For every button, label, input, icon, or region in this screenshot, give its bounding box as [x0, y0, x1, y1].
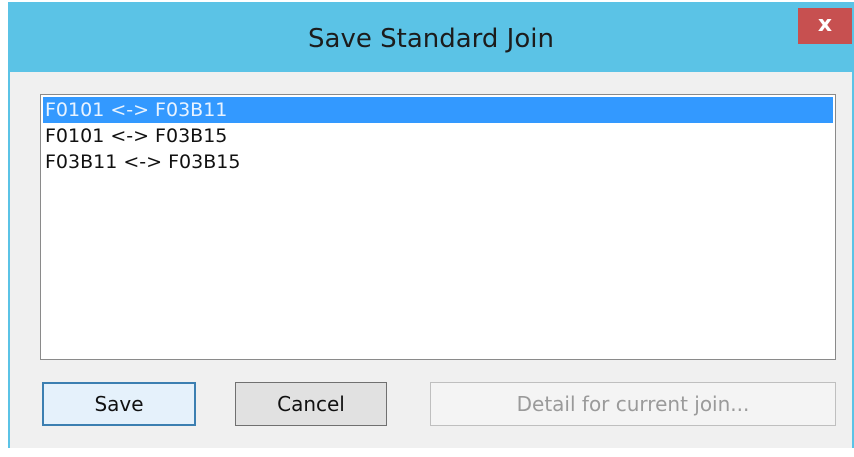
detail-for-current-join-button[interactable]: Detail for current join... — [430, 382, 836, 426]
save-standard-join-dialog: Save Standard Join x F0101 <-> F03B11 F0… — [8, 2, 854, 448]
dialog-body: F0101 <-> F03B11 F0101 <-> F03B15 F03B11… — [10, 72, 852, 448]
dialog-title: Save Standard Join — [308, 24, 554, 54]
cancel-button[interactable]: Cancel — [235, 382, 387, 426]
close-icon: x — [817, 12, 833, 37]
close-button[interactable]: x — [798, 8, 852, 44]
title-bar[interactable]: Save Standard Join x — [8, 2, 854, 72]
list-item[interactable]: F0101 <-> F03B15 — [43, 123, 833, 149]
list-item[interactable]: F03B11 <-> F03B15 — [43, 149, 833, 175]
list-item[interactable]: F0101 <-> F03B11 — [43, 97, 833, 123]
save-button[interactable]: Save — [42, 382, 196, 426]
joins-listbox[interactable]: F0101 <-> F03B11 F0101 <-> F03B15 F03B11… — [40, 94, 836, 360]
